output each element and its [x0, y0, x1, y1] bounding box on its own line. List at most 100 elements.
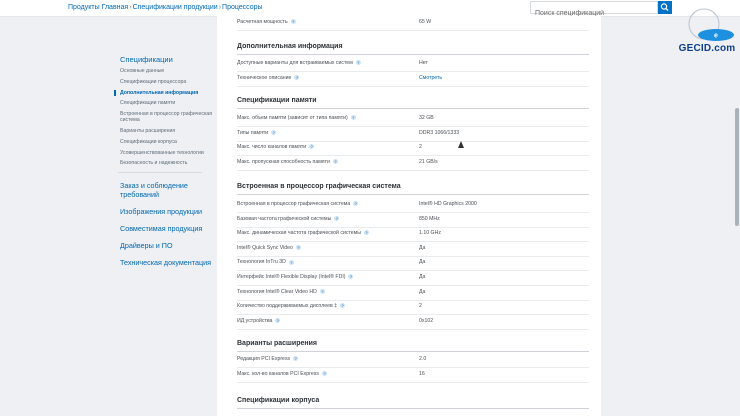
spec-label: Макс. число каналов памяти?	[237, 144, 315, 151]
help-icon[interactable]: ?	[348, 274, 354, 280]
spec-value: Да	[419, 274, 426, 280]
page-scrollbar[interactable]	[734, 20, 740, 416]
help-icon[interactable]: ?	[295, 244, 301, 250]
breadcrumb-item-processors[interactable]: Процессоры	[222, 4, 263, 11]
spec-row: Базовая частота графической системы? 850 …	[237, 213, 589, 228]
help-icon[interactable]: ?	[319, 288, 325, 294]
spec-row: Доступные варианты для встраиваемых сист…	[237, 57, 589, 72]
section-title: Встроенная в процессор графическая систе…	[237, 183, 401, 190]
spec-row: Интерфейс Intel® Flexible Display (Intel…	[237, 271, 589, 286]
spec-value: 2.0	[419, 356, 427, 362]
spec-row: Технология Intel® Clear Video HD? Да	[237, 286, 589, 301]
help-icon[interactable]: ?	[294, 74, 300, 80]
nav-item-expansion[interactable]: Варианты расширения	[120, 128, 214, 134]
spec-label: Встроенная в процессор графическая систе…	[237, 201, 359, 207]
help-icon[interactable]: ?	[332, 158, 338, 164]
spec-row: Встроенная в процессор графическая систе…	[237, 198, 589, 213]
breadcrumb-separator: ›	[218, 4, 222, 11]
nav-item-graphics[interactable]: Встроенная в процессор графическая систе…	[120, 111, 214, 124]
gecid-logo-graphic: e	[688, 8, 734, 41]
spec-value: 32 GB	[419, 115, 434, 121]
breadcrumb: Продукты Главная›Спецификации продукции›…	[68, 4, 263, 11]
breadcrumb-item-home[interactable]: Продукты Главная	[68, 4, 128, 11]
section-divider	[237, 54, 589, 55]
spec-label: Макс. объем памяти (зависит от типа памя…	[237, 115, 356, 121]
section-title: Спецификации корпуса	[237, 397, 320, 404]
nav-item-basic[interactable]: Основные данные	[120, 68, 214, 74]
nav-link-compatible[interactable]: Совместимая продукция	[120, 224, 214, 233]
help-icon[interactable]: ?	[309, 144, 315, 150]
help-icon[interactable]: ?	[288, 259, 294, 265]
spec-value: 16	[419, 370, 425, 377]
nav-divider	[118, 172, 202, 174]
spec-value: 21 GB/s	[419, 158, 438, 165]
spec-value: 2	[419, 303, 422, 310]
spec-label: Базовая частота графической системы?	[237, 215, 340, 222]
spec-row: ИД устройства? 0x102	[237, 315, 589, 330]
help-icon[interactable]: ?	[275, 317, 281, 323]
spec-label: Типы памяти?	[237, 129, 277, 136]
spec-value: 2	[419, 144, 422, 151]
spec-value: 65 W	[419, 19, 432, 25]
search-button[interactable]	[658, 1, 672, 14]
spec-label: Расчетная мощность?	[237, 19, 296, 25]
nav-link-ordering[interactable]: Заказ и соблюдение требований	[120, 181, 214, 199]
nav-link-docs[interactable]: Техническая документация	[120, 258, 214, 267]
breadcrumb-item-specs[interactable]: Спецификации продукции	[133, 4, 218, 11]
spec-row: Intel® Quick Sync Video? Да	[237, 242, 589, 257]
left-nav: Спецификации Основные данные Спецификаци…	[114, 55, 214, 267]
help-icon[interactable]: ?	[293, 356, 299, 362]
nav-item-memory[interactable]: Спецификации памяти	[120, 100, 214, 106]
help-icon[interactable]: ?	[350, 115, 356, 121]
section-title: Спецификации памяти	[237, 97, 317, 104]
spec-row: Макс. число каналов памяти? 2	[237, 141, 589, 157]
search-icon	[660, 3, 669, 11]
scrollbar-thumb[interactable]	[735, 108, 739, 226]
search-box	[530, 1, 658, 19]
svg-text:e: e	[714, 33, 718, 40]
section-title: Дополнительная информация	[237, 43, 343, 50]
help-icon[interactable]: ?	[363, 230, 369, 236]
spec-value-link[interactable]: Смотреть	[419, 75, 442, 81]
section-divider	[237, 408, 589, 409]
spec-row: Макс. динамическая частота графической с…	[237, 227, 589, 243]
spec-row: Расчетная мощность? 65 W	[237, 16, 589, 31]
spec-content: Расчетная мощность? 65 W Дополнительная …	[217, 16, 601, 416]
gecid-watermark-logo: e GECID.com	[674, 6, 740, 54]
spec-label: ИД устройства?	[237, 317, 281, 324]
nav-item-package[interactable]: Спецификации корпуса	[120, 139, 214, 145]
nav-item-advanced-tech[interactable]: Усовершенствованные технологии	[120, 150, 214, 156]
help-icon[interactable]: ?	[340, 303, 346, 309]
nav-link-images[interactable]: Изображения продукции	[120, 207, 214, 216]
help-icon[interactable]: ?	[334, 215, 340, 221]
spec-row: Техническое описание? Смотреть	[237, 72, 589, 87]
help-icon[interactable]: ?	[355, 60, 361, 66]
spec-label: Макс. динамическая частота графической с…	[237, 230, 369, 237]
spec-label: Технология Intel® Clear Video HD?	[237, 288, 325, 295]
spec-row: Макс. пропускная способность памяти? 21 G…	[237, 156, 589, 171]
spec-value: DDR3 1066/1333	[419, 129, 460, 136]
spec-label: Техническое описание?	[237, 74, 300, 81]
spec-label: Intel® Quick Sync Video?	[237, 244, 301, 251]
spec-row: Технология InTru 3D? Да	[237, 256, 589, 272]
nav-item-additional-info[interactable]: Дополнительная информация	[114, 89, 214, 97]
spec-value: Нет	[419, 60, 428, 66]
nav-title[interactable]: Спецификации	[120, 55, 214, 64]
gecid-logo-text: GECID.com	[678, 43, 736, 54]
help-icon[interactable]: ?	[271, 129, 277, 135]
spec-label: Доступные варианты для встраиваемых сист…	[237, 60, 361, 66]
nav-item-security[interactable]: Безопасность и надежность	[120, 160, 214, 166]
help-icon[interactable]: ?	[353, 201, 359, 207]
spec-label: Количество поддерживаемых дисплеев ‡?	[237, 303, 346, 310]
spec-row: Редакция PCI Express? 2.0	[237, 353, 589, 368]
nav-link-drivers[interactable]: Драйверы и ПО	[120, 241, 214, 250]
spec-value: 1.10 GHz	[419, 230, 441, 237]
spec-value: Да	[419, 288, 426, 295]
spec-value: 850 MHz	[419, 215, 440, 222]
help-icon[interactable]: ?	[321, 370, 327, 376]
mouse-cursor	[458, 141, 464, 148]
section-divider	[237, 194, 589, 195]
help-icon[interactable]: ?	[290, 19, 296, 25]
nav-item-cpu-specs[interactable]: Спецификации процессора	[120, 79, 214, 85]
spec-label: Макс. кол-во каналов PCI Express?	[237, 370, 327, 377]
